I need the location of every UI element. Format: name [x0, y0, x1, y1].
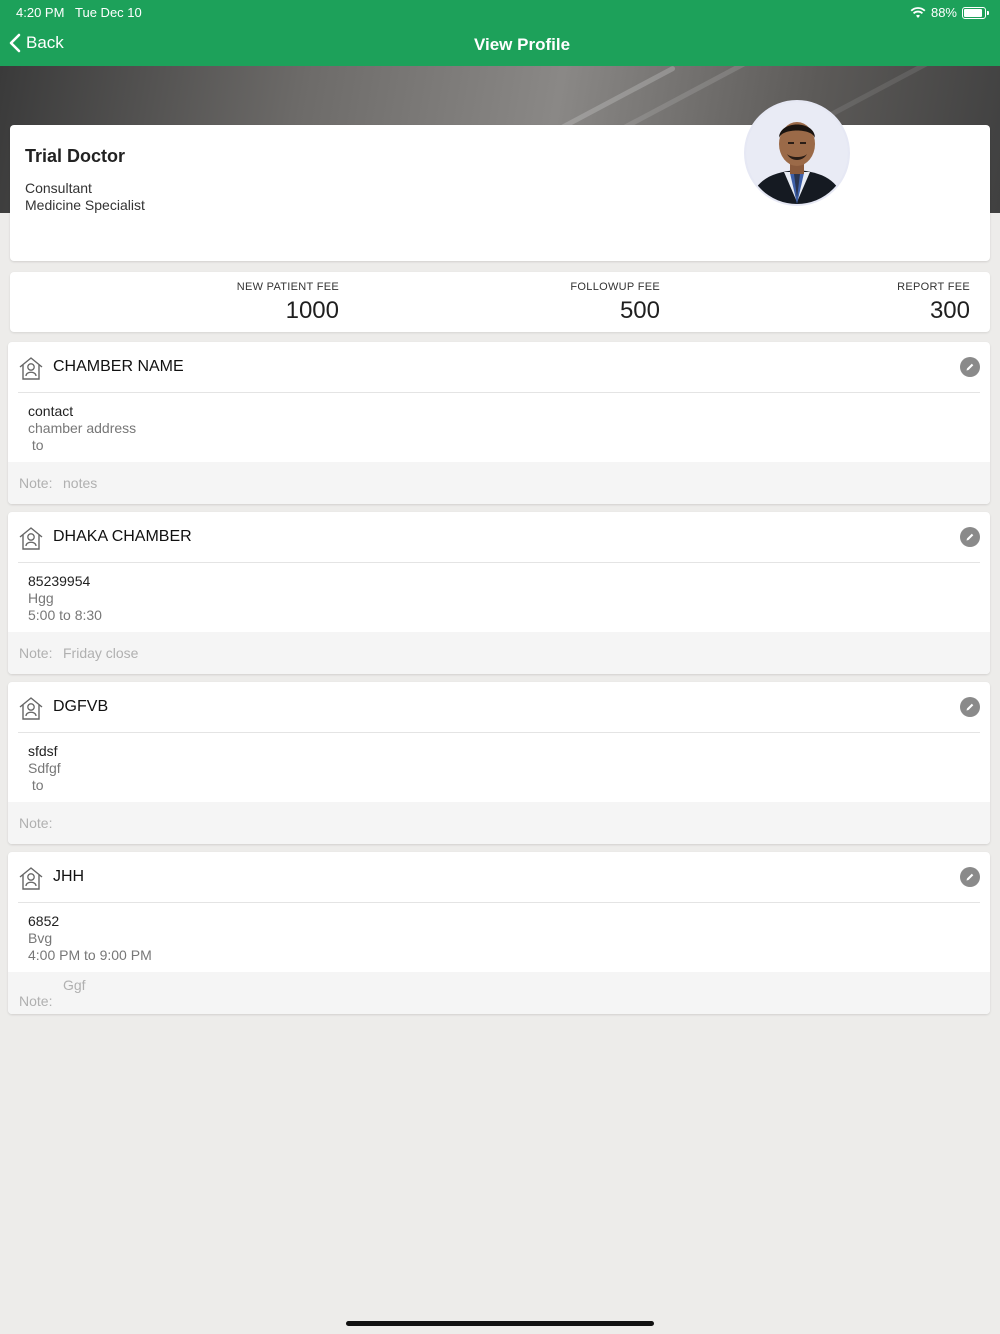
home-doctor-icon — [19, 697, 43, 720]
status-clock: 4:20 PM — [16, 5, 65, 20]
status-date: Tue Dec 10 — [75, 5, 142, 20]
fee-label: REPORT FEE — [897, 281, 970, 293]
edit-chamber-button[interactable] — [960, 527, 980, 547]
note-label: Note: — [19, 815, 53, 831]
battery-icon — [962, 6, 989, 19]
chamber-address: Sdfgf — [28, 760, 61, 776]
chamber-name: JHH — [53, 868, 85, 885]
chamber-card: DGFVB sfdsf Sdfgf to Note: — [8, 682, 990, 844]
note-label: Note: — [19, 645, 53, 661]
pencil-icon — [966, 873, 974, 881]
note-text: Ggf — [63, 977, 86, 993]
doctor-name: Trial Doctor — [25, 146, 126, 166]
home-doctor-icon — [19, 357, 43, 380]
pencil-icon — [966, 703, 974, 711]
divider — [18, 562, 980, 563]
fee-card: NEW PATIENT FEE 1000 FOLLOWUP FEE 500 RE… — [10, 272, 990, 332]
pencil-icon — [966, 363, 974, 371]
chamber-address: Hgg — [28, 590, 54, 606]
note-text: Friday close — [63, 645, 139, 661]
chamber-header: CHAMBER NAME — [8, 342, 990, 392]
note-label: Note: — [19, 475, 53, 491]
chamber-time: 4:00 PM to 9:00 PM — [28, 947, 152, 963]
chamber-time: to — [28, 777, 44, 793]
followup-fee: FOLLOWUP FEE 500 — [570, 281, 660, 325]
page-title: View Profile — [473, 35, 571, 54]
chamber-name: CHAMBER NAME — [53, 358, 184, 375]
chamber-note: Note: Ggf — [8, 972, 990, 1014]
chamber-contact: 85239954 — [28, 573, 91, 589]
top-bar: 4:20 PM Tue Dec 10 88% Back View Profile — [0, 0, 1000, 66]
fee-value: 1000 — [285, 297, 339, 324]
chamber-time: 5:00 to 8:30 — [28, 607, 102, 623]
divider — [18, 902, 980, 903]
chamber-note: Note: — [8, 802, 990, 844]
fee-label: NEW PATIENT FEE — [236, 281, 339, 293]
new-patient-fee: NEW PATIENT FEE 1000 — [237, 281, 339, 325]
chamber-contact: contact — [28, 403, 74, 419]
report-fee: REPORT FEE 300 — [897, 281, 970, 325]
divider — [18, 732, 980, 733]
edit-chamber-button[interactable] — [960, 357, 980, 377]
edit-chamber-button[interactable] — [960, 867, 980, 887]
home-doctor-icon — [19, 527, 43, 550]
chamber-header: DHAKA CHAMBER — [8, 512, 990, 562]
chamber-address: chamber address — [28, 420, 137, 436]
chamber-header: DGFVB — [8, 682, 990, 732]
fee-value: 300 — [929, 297, 970, 324]
chamber-name: DHAKA CHAMBER — [53, 528, 192, 545]
home-doctor-icon — [19, 867, 43, 890]
chamber-card: CHAMBER NAME contact chamber address to … — [8, 342, 990, 504]
doctor-specialty: Medicine Specialist — [25, 197, 145, 213]
chamber-contact: 6852 — [28, 913, 60, 929]
chamber-contact: sfdsf — [28, 743, 58, 759]
note-text: notes — [63, 475, 98, 491]
chamber-address: Bvg — [28, 930, 53, 946]
chamber-time: to — [28, 437, 44, 453]
doctor-designation: Consultant — [25, 180, 92, 196]
battery-percent: 88% — [930, 5, 957, 20]
chamber-name: DGFVB — [53, 698, 109, 715]
pencil-icon — [966, 533, 974, 541]
avatar — [744, 100, 850, 206]
wifi-icon — [910, 6, 926, 18]
fee-label: FOLLOWUP FEE — [570, 281, 660, 293]
status-time: 4:20 PM Tue Dec 10 — [16, 5, 142, 20]
chamber-note: Note: notes — [8, 462, 990, 504]
note-label: Note: — [19, 993, 53, 1009]
home-indicator[interactable] — [346, 1321, 654, 1326]
status-indicators: 88% — [910, 5, 989, 20]
edit-chamber-button[interactable] — [960, 697, 980, 717]
divider — [18, 392, 980, 393]
fee-value: 500 — [619, 297, 660, 324]
chamber-card: DHAKA CHAMBER 85239954 Hgg 5:00 to 8:30 … — [8, 512, 990, 674]
chamber-header: JHH — [8, 852, 990, 902]
chamber-note: Note: Friday close — [8, 632, 990, 674]
chamber-card: JHH 6852 Bvg 4:00 PM to 9:00 PM Note: Gg… — [8, 852, 990, 1014]
